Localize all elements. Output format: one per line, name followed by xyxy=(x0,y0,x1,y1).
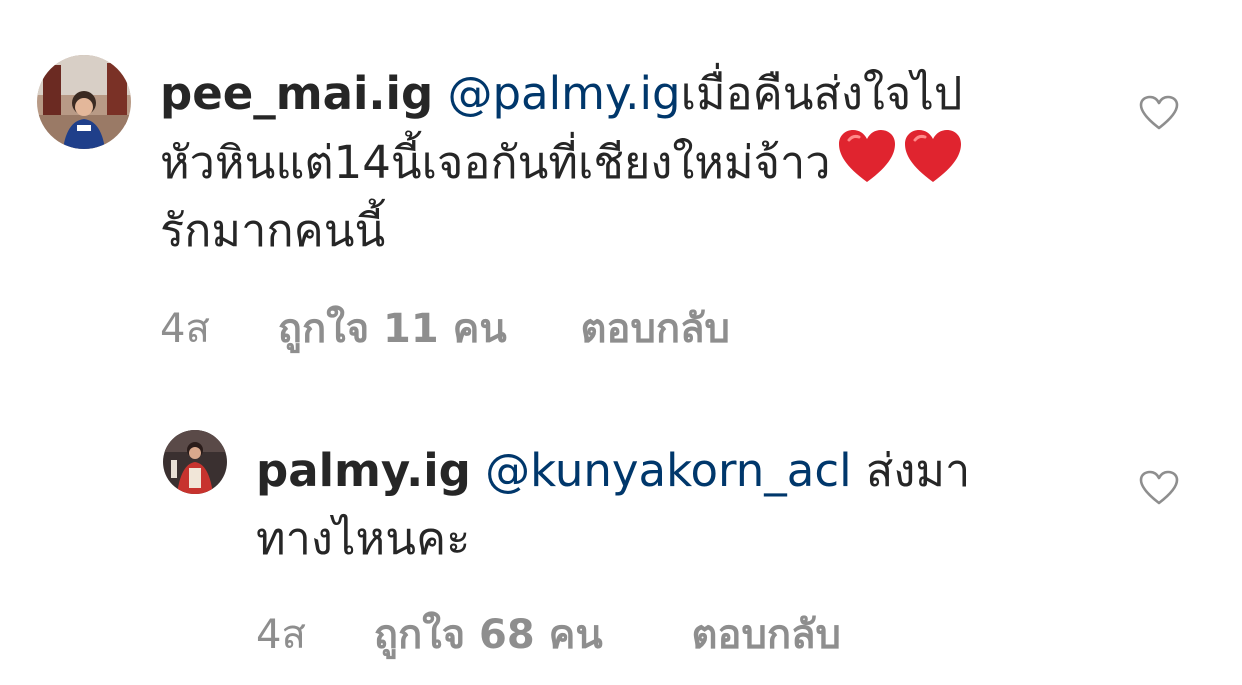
comment-2-text: palmy.ig @kunyakorn_acl ส่งมา ทางไหนคะ xyxy=(256,437,1076,573)
heart-outline-icon xyxy=(1139,95,1179,130)
avatar-photo xyxy=(163,430,227,494)
comment-time: 4ส xyxy=(256,612,306,658)
avatar-palmy[interactable] xyxy=(163,430,227,494)
comment-text-line-3: รักมากคนนี้ xyxy=(160,204,386,257)
red-heart-emoji xyxy=(903,128,963,184)
comment-likes[interactable]: ถูกใจ 11 คน xyxy=(278,296,568,360)
heart-outline-icon xyxy=(1139,470,1179,505)
comment-text-line-2: ทางไหนคะ xyxy=(256,512,471,565)
reply-button[interactable]: ตอบกลับ xyxy=(580,296,730,360)
comment-mention[interactable]: @palmy.ig xyxy=(447,67,680,120)
red-heart-emoji xyxy=(837,128,897,184)
comment-mention[interactable]: @kunyakorn_acl xyxy=(485,444,851,497)
comment-text-line-1: เมื่อคืนส่งใจไป xyxy=(680,67,963,120)
comment-1-meta: 4ส ถูกใจ 11 คน ตอบกลับ xyxy=(160,296,730,360)
comment-2-meta: 4ส ถูกใจ 68 คน ตอบกลับ xyxy=(256,602,841,666)
comment-username[interactable]: palmy.ig xyxy=(256,444,471,497)
like-button[interactable] xyxy=(1139,470,1179,506)
avatar-pee-mai[interactable] xyxy=(37,55,131,149)
comment-username[interactable]: pee_mai.ig xyxy=(160,67,433,120)
comment-text-line-1: ส่งมา xyxy=(865,444,971,497)
avatar-photo xyxy=(37,55,131,149)
reply-button[interactable]: ตอบกลับ xyxy=(691,602,841,666)
comment-1-text: pee_mai.ig @palmy.igเมื่อคืนส่งใจไป หัวห… xyxy=(160,60,1080,265)
comment-likes[interactable]: ถูกใจ 68 คน xyxy=(374,602,679,666)
comment-time: 4ส xyxy=(160,306,210,352)
like-button[interactable] xyxy=(1139,95,1179,131)
comment-text-line-2: หัวหินแต่14นี้เจอกันที่เชียงใหม่จ้าว xyxy=(160,136,831,189)
